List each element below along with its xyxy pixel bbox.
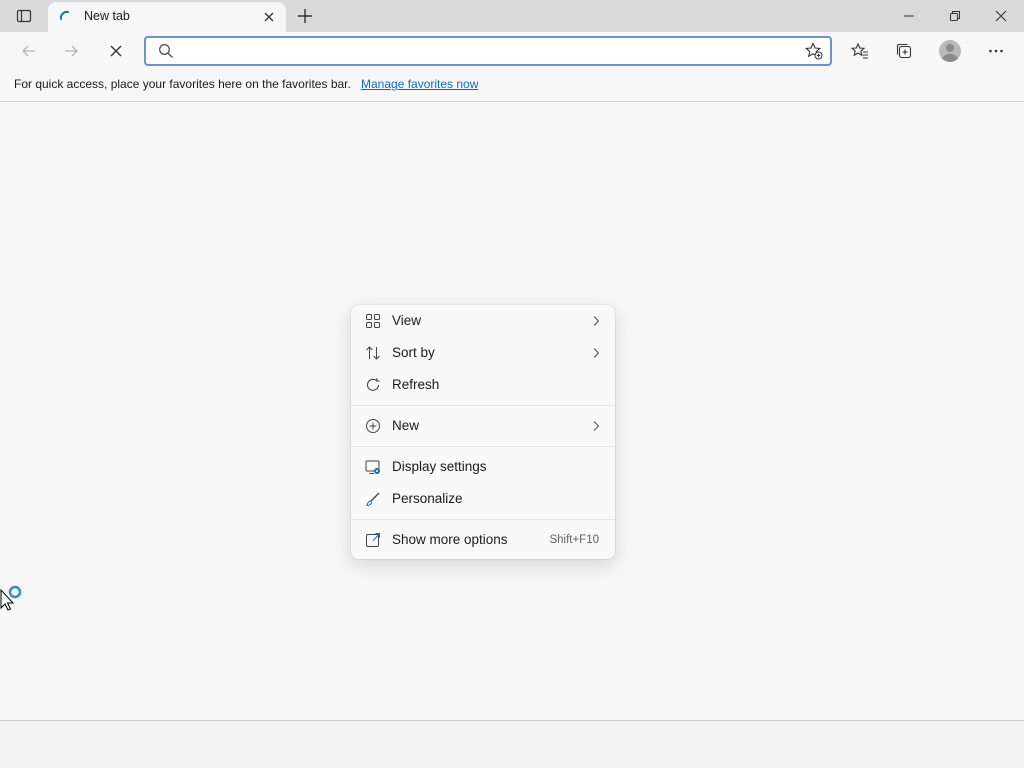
search-icon (159, 44, 173, 58)
plus-icon (298, 9, 312, 23)
collections-button[interactable] (889, 36, 919, 66)
close-icon (264, 12, 274, 22)
minimize-button[interactable] (886, 0, 932, 32)
menu-separator (351, 446, 615, 447)
address-bar[interactable] (144, 36, 832, 66)
menu-item-label: Personalize (392, 491, 463, 506)
add-favorite-button[interactable] (804, 41, 824, 61)
restore-button[interactable] (932, 0, 978, 32)
menu-item-shortcut: Shift+F10 (549, 534, 599, 546)
tab-new-tab[interactable]: New tab (48, 2, 286, 32)
stop-loading-button[interactable] (101, 36, 131, 66)
brush-icon (366, 492, 380, 507)
context-menu: View Sort by Refresh New Display setting… (351, 305, 615, 559)
refresh-icon (366, 378, 380, 391)
tab-actions-icon (16, 9, 32, 23)
title-bar: New tab (0, 0, 1024, 32)
arrow-left-icon (22, 45, 35, 57)
desktop-area (0, 720, 1024, 768)
chevron-right-icon (593, 348, 600, 358)
settings-more-button[interactable] (981, 36, 1011, 66)
menu-item-refresh[interactable]: Refresh (355, 370, 611, 400)
menu-item-personalize[interactable]: Personalize (355, 484, 611, 514)
back-button[interactable] (14, 36, 44, 66)
display-settings-icon (365, 460, 380, 474)
sort-icon (366, 346, 380, 360)
avatar (939, 40, 961, 62)
menu-separator (351, 519, 615, 520)
restore-icon (950, 11, 960, 21)
profile-button[interactable] (935, 36, 965, 66)
grid-view-icon (366, 314, 380, 328)
favorites-list-icon (851, 42, 868, 59)
favorites-bar-message: For quick access, place your favorites h… (14, 77, 351, 91)
star-add-icon (805, 42, 823, 60)
more-horizontal-icon (989, 49, 1003, 53)
address-input[interactable] (182, 41, 792, 61)
arrow-right-icon (65, 45, 78, 57)
minimize-icon (904, 15, 914, 17)
menu-separator (351, 405, 615, 406)
busy-cursor-icon (0, 585, 22, 611)
manage-favorites-link[interactable]: Manage favorites now (361, 77, 478, 91)
menu-item-label: Sort by (392, 345, 435, 360)
tab-actions-button[interactable] (8, 3, 40, 29)
menu-item-view[interactable]: View (355, 306, 611, 336)
add-circle-icon (366, 419, 380, 433)
tab-close-button[interactable] (260, 8, 278, 26)
favorites-bar: For quick access, place your favorites h… (0, 70, 1024, 102)
tab-title: New tab (84, 9, 130, 23)
new-tab-button[interactable] (292, 3, 318, 29)
menu-item-new[interactable]: New (355, 411, 611, 441)
favorites-button[interactable] (845, 36, 875, 66)
menu-item-sort-by[interactable]: Sort by (355, 338, 611, 368)
forward-button[interactable] (56, 36, 86, 66)
collections-icon (896, 43, 912, 59)
menu-item-label: New (392, 418, 420, 433)
menu-item-display-settings[interactable]: Display settings (355, 452, 611, 482)
menu-item-label: View (392, 313, 422, 328)
menu-item-label: Refresh (392, 377, 440, 392)
open-external-icon (366, 533, 380, 547)
toolbar (0, 32, 1024, 70)
close-icon (995, 10, 1007, 22)
chevron-right-icon (593, 421, 600, 431)
menu-item-label: Show more options (392, 532, 508, 547)
close-window-button[interactable] (978, 0, 1024, 32)
menu-item-label: Display settings (392, 459, 487, 474)
loading-spinner-icon (59, 10, 69, 20)
close-icon (110, 45, 122, 57)
menu-item-show-more-options[interactable]: Show more options Shift+F10 (355, 525, 611, 555)
chevron-right-icon (593, 316, 600, 326)
